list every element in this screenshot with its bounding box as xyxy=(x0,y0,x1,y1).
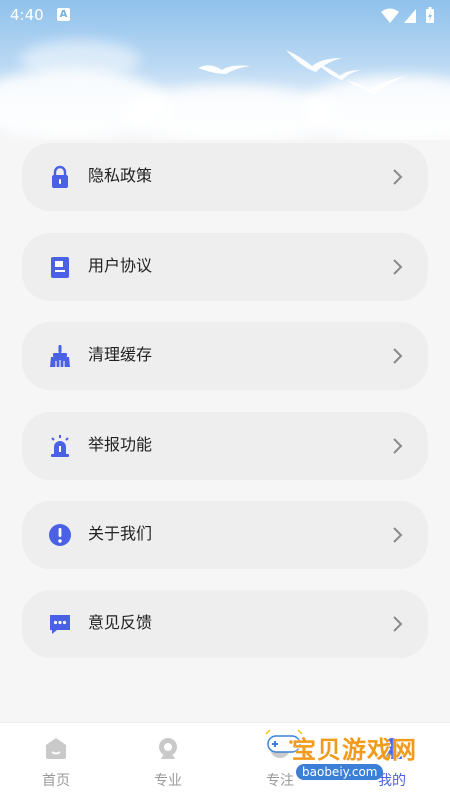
menu-item-clear-cache[interactable]: 清理缓存 xyxy=(22,322,428,390)
wifi-icon xyxy=(381,8,399,23)
home-icon xyxy=(46,738,66,759)
menu-item-label: 关于我们 xyxy=(88,524,153,543)
menu-item-label: 清理缓存 xyxy=(88,345,153,364)
status-icons xyxy=(381,7,434,23)
chevron-right-icon xyxy=(393,348,403,364)
menu-item-privacy-policy[interactable]: 隐私政策 xyxy=(22,143,428,211)
status-bar: 4:40 A xyxy=(0,0,450,32)
menu-item-report[interactable]: 举报功能 xyxy=(22,412,428,480)
tab-label: 专业 xyxy=(154,773,182,789)
notification-badge: A xyxy=(57,8,70,21)
watermark-url: baobeiy.com xyxy=(296,764,384,780)
lock-icon xyxy=(52,165,68,188)
tab-major[interactable]: 专业 xyxy=(112,723,224,801)
tab-home[interactable]: 首页 xyxy=(0,723,112,801)
broom-icon xyxy=(50,345,70,367)
major-icon xyxy=(159,738,177,759)
chevron-right-icon xyxy=(393,527,403,543)
tab-label: 首页 xyxy=(42,773,70,789)
document-icon xyxy=(51,257,69,278)
status-time: 4:40 xyxy=(10,6,44,24)
menu-item-label: 隐私政策 xyxy=(88,166,153,185)
menu-item-label: 用户协议 xyxy=(88,256,153,275)
signal-icon xyxy=(404,9,416,23)
info-icon xyxy=(49,524,71,546)
menu-item-about-us[interactable]: 关于我们 xyxy=(22,501,428,569)
watermark-title: 宝贝游戏网 xyxy=(292,736,417,764)
menu-item-user-agreement[interactable]: 用户协议 xyxy=(22,233,428,301)
battery-icon xyxy=(426,7,434,23)
alarm-icon xyxy=(51,435,69,457)
chevron-right-icon xyxy=(393,438,403,454)
menu-item-label: 举报功能 xyxy=(88,435,153,454)
chevron-right-icon xyxy=(393,259,403,275)
menu-item-feedback[interactable]: 意见反馈 xyxy=(22,590,428,658)
chevron-right-icon xyxy=(393,169,403,185)
feedback-icon xyxy=(50,615,70,634)
watermark: 宝贝游戏网 baobeiy.com xyxy=(264,728,424,792)
menu-item-label: 意见反馈 xyxy=(88,613,153,632)
chevron-right-icon xyxy=(393,616,403,632)
